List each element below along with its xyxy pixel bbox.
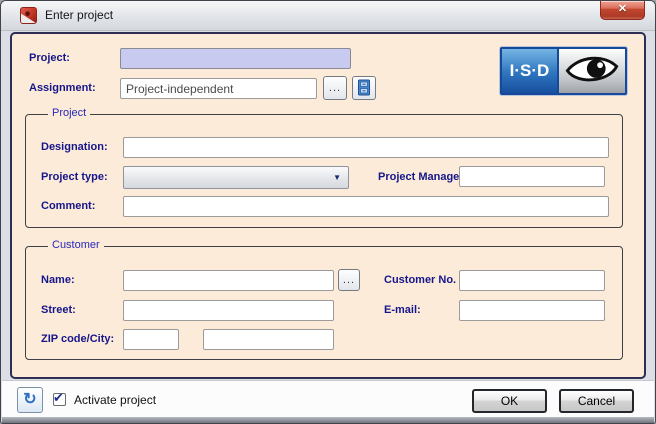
chevron-down-icon: ▼ [333,174,341,182]
designation-input[interactable] [123,137,609,158]
project-type-label: Project type: [41,171,108,183]
checkmark-icon: ✔ [53,391,64,404]
cancel-button[interactable]: Cancel [559,389,634,413]
zip-input[interactable] [123,329,179,350]
ellipsis-icon: ... [329,82,341,94]
project-type-select[interactable]: ▼ [123,166,349,189]
project-input[interactable] [120,48,351,69]
isd-logo-eye-block [559,49,625,93]
refresh-icon: ↻ [23,391,36,408]
name-browse-button[interactable]: ... [338,269,360,291]
email-input[interactable] [459,300,605,321]
assignment-label: Assignment: [29,82,96,94]
customer-groupbox: Customer Name: ... Customer No. Street: … [25,246,623,360]
designation-label: Designation: [41,141,108,153]
name-input[interactable] [123,270,334,291]
isd-logo-text: I·S·D [510,61,550,81]
title-bar[interactable]: Enter project ✕ [1,1,655,31]
customer-group-legend: Customer [48,239,104,251]
ok-button[interactable]: OK [472,389,547,413]
assignment-browse-button[interactable]: ... [323,76,347,100]
project-manager-input[interactable] [459,166,605,187]
customer-no-label: Customer No. [384,274,456,286]
customer-no-input[interactable] [459,270,605,291]
eye-icon [563,52,621,91]
street-input[interactable] [123,300,334,321]
footer-bar: ↻ ✔ Activate project OK Cancel [2,380,654,418]
activate-project-label: Activate project [74,393,156,407]
close-icon: ✕ [601,1,644,18]
refresh-button[interactable]: ↻ [17,387,43,413]
city-input[interactable] [203,329,334,350]
project-groupbox: Project Designation: Project type: ▼ Pro… [25,114,623,228]
activate-project-checkbox[interactable]: ✔ [53,393,66,406]
isd-logo: I·S·D [500,47,627,95]
window-title: Enter project [45,8,113,22]
name-label: Name: [41,274,75,286]
close-button[interactable]: ✕ [600,1,645,20]
database-cabinet-icon [357,84,371,99]
isd-logo-text-block: I·S·D [502,49,559,93]
project-manager-label: Project Manager [378,171,459,183]
form-panel: Project: Assignment: ... I·S·D [10,32,646,379]
email-label: E-mail: [384,304,421,316]
ellipsis-icon: ... [343,274,355,286]
assignment-database-button[interactable] [352,76,376,100]
street-label: Street: [41,304,76,316]
comment-input[interactable] [123,196,609,217]
zip-city-label: ZIP code/City: [41,333,114,345]
comment-label: Comment: [41,200,95,212]
assignment-input[interactable] [120,78,317,99]
app-icon [20,7,37,24]
dialog-enter-project: Enter project ✕ Project: Assignment: ... [0,0,656,424]
project-label: Project: [29,52,70,64]
project-group-legend: Project [48,107,90,119]
window-bottom-edge [2,417,654,423]
